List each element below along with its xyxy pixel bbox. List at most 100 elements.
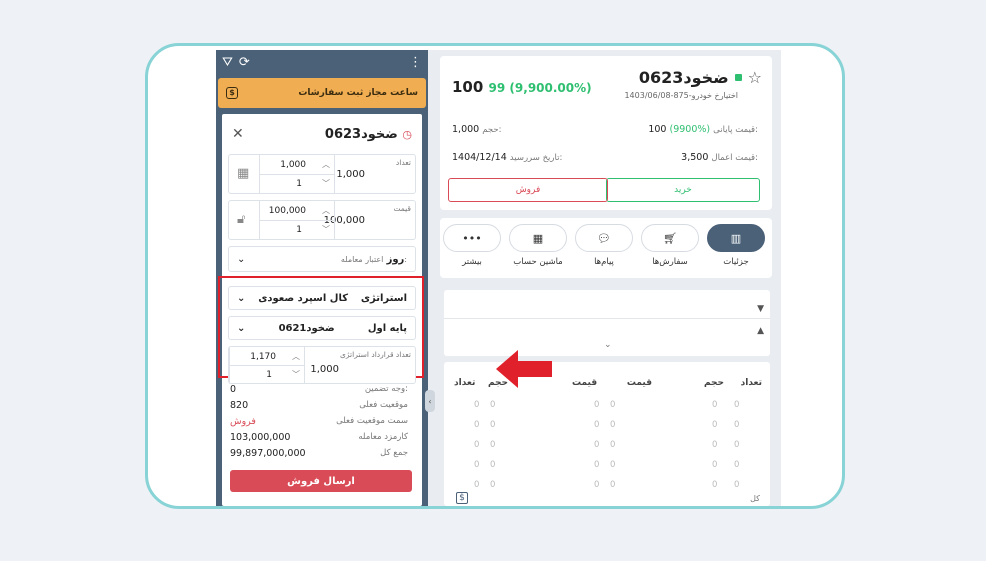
chevron-up-icon[interactable]: ︿ — [322, 205, 330, 216]
status-dot — [734, 74, 742, 81]
depth-header: تعداد — [454, 378, 476, 388]
base-label: پایه اول — [367, 322, 407, 334]
more-vertical-icon[interactable]: ⋮ — [409, 55, 422, 70]
chevron-down-icon[interactable]: ⌄ — [237, 293, 245, 304]
depth-cell: 0 — [712, 440, 718, 450]
tab-orders-label: سفارش‌ها — [652, 257, 688, 267]
price-stepper[interactable]: 100,000 ︿ 1 ﹀ — [259, 201, 335, 239]
quantity-label: تعداد — [395, 158, 411, 167]
depth-total-label: کل — [750, 494, 760, 503]
chevron-down-icon[interactable]: ⌄ — [604, 340, 612, 350]
order-panel-toolbar: ⛛ ⟳ ⋮ — [216, 50, 428, 74]
chevron-down-icon[interactable]: ⌄ — [237, 323, 245, 334]
send-sell-button[interactable]: ارسال فروش — [230, 470, 412, 492]
depth-cell: 0 — [594, 440, 600, 450]
star-icon[interactable]: ☆ — [748, 68, 762, 87]
instrument-tabs: ▥ جزئیات 🛒︎ سفارش‌ها 💬︎ پیام‌ها ▦ ماشین … — [440, 218, 772, 278]
tab-more[interactable]: ••• بیشتر — [442, 224, 502, 274]
depth-cell: 0 — [490, 440, 496, 450]
contracts-step-top: 1,170 — [250, 352, 276, 362]
calculator-icon: ▦ — [509, 224, 567, 252]
triangle-up-icon[interactable]: ▲ — [757, 326, 764, 336]
chevron-down-icon[interactable]: ﹀ — [322, 224, 330, 235]
triangle-down-icon[interactable]: ▼ — [757, 304, 764, 314]
depth-cell: 0 — [490, 400, 496, 410]
strategy-select[interactable]: ⌄ کال اسپرد صعودی استراتژی — [228, 286, 416, 310]
strike-price: 3,500 قیمت اعمال: — [681, 152, 758, 163]
app-screen: ⛛ ⟳ ⋮ $ ساعت مجاز ثبت سفارشات ✕ ضخود0623… — [216, 50, 781, 506]
depth-cell: 0 — [490, 420, 496, 430]
collapse-panel-handle[interactable]: ‹ — [425, 390, 435, 412]
tab-calculator-label: ماشین حساب — [513, 257, 563, 267]
order-symbol-text: ضخود0623 — [324, 126, 398, 142]
depth-cell: 0 — [474, 400, 480, 410]
depth-header: تعداد — [740, 378, 762, 388]
depth-cell: 0 — [610, 480, 616, 490]
chart-icon: ▥ — [707, 224, 765, 252]
chevron-down-icon[interactable]: ﹀ — [322, 178, 330, 189]
price-field[interactable]: قیمت 100,000 100,000 ︿ 1 ﹀ 🔓︎ — [228, 200, 416, 240]
depth-cell: 0 — [594, 420, 600, 430]
history-icon[interactable]: ◷ — [402, 128, 412, 141]
order-summary: 0 وجه تضمین: 820 موقعیت فعلی فروش سمت موقعی… — [222, 384, 422, 464]
market-depth-table: تعداد حجم قیمت قیمت حجم تعداد 0000000000… — [444, 362, 770, 506]
depth-header: حجم — [703, 378, 724, 388]
contracts-value[interactable]: 1,000 — [310, 364, 339, 375]
depth-cell: 0 — [490, 480, 496, 490]
tab-orders[interactable]: 🛒︎ سفارش‌ها — [640, 224, 700, 274]
refresh-icon[interactable]: ⟳ — [239, 55, 250, 70]
quantity-field[interactable]: تعداد 1,000 1,000 ︿ 1 ﹀ ▦ — [228, 154, 416, 194]
depth-cell: 0 — [734, 460, 740, 470]
price-step-top: 100,000 — [268, 206, 306, 216]
red-arrow-icon — [496, 350, 552, 388]
chevron-down-icon[interactable]: ﹀ — [292, 369, 300, 380]
depth-cell: 0 — [734, 440, 740, 450]
base-value: ضخود0621 — [278, 322, 335, 334]
contracts-stepper[interactable]: 1,170 ︿ 1 ﹀ — [229, 347, 305, 383]
sell-button[interactable]: فروش — [448, 178, 608, 202]
tab-messages[interactable]: 💬︎ پیام‌ها — [574, 224, 634, 274]
instrument-symbol: ضخود0623 ☆ — [639, 68, 762, 87]
depth-cell: 0 — [734, 420, 740, 430]
depth-cell: 0 — [474, 480, 480, 490]
tab-details[interactable]: ▥ جزئیات — [706, 224, 766, 274]
validity-select[interactable]: ⌄ روز اعتبار معامله: — [228, 246, 416, 272]
filter-icon[interactable]: ⛛ — [222, 55, 233, 70]
quantity-value[interactable]: 1,000 — [336, 169, 365, 180]
close-icon[interactable]: ✕ — [232, 126, 244, 142]
tab-messages-label: پیام‌ها — [594, 257, 614, 267]
depth-header: قیمت — [572, 378, 598, 388]
chevron-down-icon[interactable]: ⌄ — [237, 254, 245, 265]
quantity-stepper[interactable]: 1,000 ︿ 1 ﹀ — [259, 155, 335, 193]
depth-cell: 0 — [610, 460, 616, 470]
depth-cell: 0 — [594, 460, 600, 470]
depth-cell: 0 — [734, 480, 740, 490]
strategy-contracts-field[interactable]: تعداد قرارداد استراتژی 1,000 1,170 ︿ 1 ﹀ — [228, 346, 416, 384]
validity-value: روز — [386, 253, 405, 265]
tab-calculator[interactable]: ▦ ماشین حساب — [508, 224, 568, 274]
last-price-value: 100 — [452, 78, 484, 96]
last-price: 100 99 (9,900.00%) — [452, 78, 592, 96]
more-icon: ••• — [443, 224, 501, 252]
message-icon: 💬︎ — [575, 224, 633, 252]
price-change: 99 (9,900.00%) — [488, 81, 592, 95]
depth-cell: 0 — [712, 400, 718, 410]
chevron-up-icon[interactable]: ︿ — [322, 159, 330, 170]
order-hours-banner[interactable]: $ ساعت مجاز ثبت سفارشات — [218, 78, 426, 108]
tab-details-label: جزئیات — [723, 257, 749, 267]
order-symbol: ضخود0623 ◷ — [325, 127, 412, 142]
order-panel: ⛛ ⟳ ⋮ $ ساعت مجاز ثبت سفارشات ✕ ضخود0623… — [216, 50, 428, 506]
summary-row: 820 موقعیت فعلی — [230, 400, 408, 411]
depth-cell: 0 — [474, 420, 480, 430]
depth-cell: 0 — [712, 460, 718, 470]
buy-button[interactable]: خرید — [606, 178, 760, 202]
coin-icon: $ — [226, 87, 238, 99]
tab-more-label: بیشتر — [462, 257, 482, 267]
depth-cell: 0 — [610, 400, 616, 410]
price-step-bottom: 1 — [296, 225, 302, 235]
depth-cell: 0 — [610, 440, 616, 450]
chevron-up-icon[interactable]: ︿ — [292, 351, 300, 362]
base-select[interactable]: ⌄ ضخود0621 پایه اول — [228, 316, 416, 340]
calculator-icon[interactable]: ▦ — [237, 166, 249, 181]
unlock-icon[interactable]: 🔓︎ — [237, 212, 245, 227]
